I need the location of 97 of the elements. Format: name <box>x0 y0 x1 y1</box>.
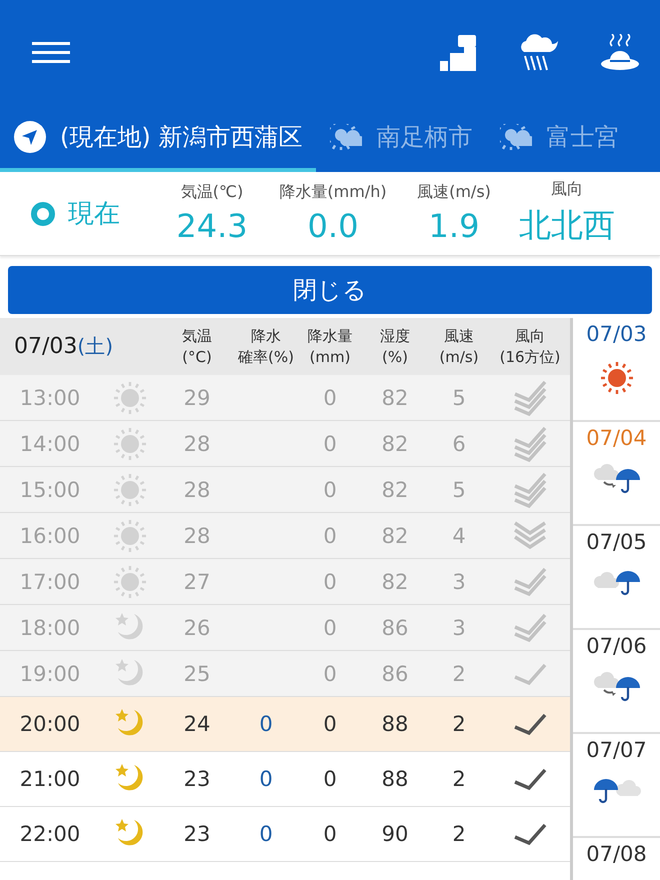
humidity-cell: 82 <box>382 570 408 594</box>
precipitation-cell: 0 <box>323 662 337 686</box>
day-item[interactable]: 07/06 <box>573 630 660 734</box>
reading-value: 0.0 <box>308 207 358 245</box>
day-item[interactable]: 07/08 <box>573 838 660 880</box>
column-header: (m/s) <box>438 346 480 368</box>
column-header: (°C) <box>181 346 213 368</box>
reading-value: 1.9 <box>428 207 480 245</box>
wind-speed-cell: 2 <box>452 712 466 736</box>
humidity-cell: 82 <box>382 386 408 410</box>
day-item[interactable]: 07/07 <box>573 734 660 838</box>
column-header: 湿度 <box>379 326 411 346</box>
day-date: 07/04 <box>586 426 647 450</box>
reading-label: 風向 <box>551 179 583 200</box>
temperature-cell: 25 <box>184 662 210 686</box>
reading-label: 風速(m/s) <box>417 182 491 203</box>
column-header: 降水量 <box>306 326 354 346</box>
precipitation-cell: 0 <box>323 712 337 736</box>
precipitation-cell: 0 <box>323 386 337 410</box>
day-item[interactable]: 07/03 <box>573 318 660 422</box>
location-tab[interactable]: (現在地) 新潟市西蒲区 <box>0 105 316 172</box>
humidity-cell: 82 <box>382 432 408 456</box>
column-header: (16方位) <box>498 346 562 368</box>
column-header: (%) <box>381 346 409 368</box>
close-button[interactable]: 閉じる <box>8 266 652 314</box>
weekday-label: (土) <box>77 333 114 360</box>
day-date: 07/06 <box>586 634 647 658</box>
reading-label: 降水量(mm/h) <box>279 182 387 203</box>
wind-speed-cell: 2 <box>452 822 466 846</box>
column-header: (mm) <box>308 346 352 368</box>
precipitation-cell: 0 <box>323 432 337 456</box>
blocks-icon[interactable] <box>440 34 476 70</box>
wind-speed-cell: 6 <box>452 432 466 456</box>
day-date: 07/08 <box>586 842 647 866</box>
day-date: 07/07 <box>586 738 647 762</box>
probability-cell: 0 <box>259 767 273 791</box>
humidity-cell: 88 <box>382 712 408 736</box>
probability-cell: 0 <box>259 822 273 846</box>
wind-speed-cell: 3 <box>452 616 466 640</box>
current-label: 現在 <box>68 198 120 231</box>
temperature-cell: 23 <box>184 767 210 791</box>
wind-speed-cell: 2 <box>452 662 466 686</box>
temperature-cell: 26 <box>184 616 210 640</box>
precipitation-cell: 0 <box>323 570 337 594</box>
humidity-cell: 82 <box>382 524 408 548</box>
temperature-cell: 27 <box>184 570 210 594</box>
time-cell: 14:00 <box>20 432 80 456</box>
wind-speed-cell: 5 <box>452 478 466 502</box>
column-header: 確率(%) <box>237 346 295 368</box>
time-cell: 15:00 <box>20 478 80 502</box>
day-date: 07/05 <box>586 530 647 554</box>
time-cell: 13:00 <box>20 386 80 410</box>
column-header: 風速 <box>443 326 475 346</box>
column-header: 風向 <box>514 326 546 346</box>
precipitation-cell: 0 <box>323 524 337 548</box>
time-cell: 21:00 <box>20 767 80 791</box>
wind-speed-cell: 5 <box>452 386 466 410</box>
temperature-cell: 29 <box>184 386 210 410</box>
wind-speed-cell: 4 <box>452 524 466 548</box>
time-cell: 17:00 <box>20 570 80 594</box>
wind-speed-cell: 3 <box>452 570 466 594</box>
time-cell: 22:00 <box>20 822 80 846</box>
time-cell: 20:00 <box>20 712 80 736</box>
temperature-cell: 28 <box>184 524 210 548</box>
time-cell: 19:00 <box>20 662 80 686</box>
temperature-cell: 28 <box>184 478 210 502</box>
humidity-cell: 82 <box>382 478 408 502</box>
reading-value: 北北西 <box>519 205 615 246</box>
menu-icon[interactable] <box>32 42 70 64</box>
wind-speed-cell: 2 <box>452 767 466 791</box>
humidity-cell: 86 <box>382 616 408 640</box>
reading-value: 24.3 <box>176 207 248 245</box>
temperature-cell: 23 <box>184 822 210 846</box>
precipitation-cell: 0 <box>323 822 337 846</box>
precipitation-cell: 0 <box>323 478 337 502</box>
humidity-cell: 90 <box>382 822 408 846</box>
humidity-cell: 86 <box>382 662 408 686</box>
date-label: 07/03 <box>14 334 78 359</box>
precipitation-cell: 0 <box>323 767 337 791</box>
rain-cloud-icon[interactable] <box>518 34 558 72</box>
precipitation-cell: 0 <box>323 616 337 640</box>
temperature-cell: 24 <box>184 712 210 736</box>
partly-cloudy-icon <box>500 124 532 150</box>
navigation-icon <box>14 120 46 152</box>
day-item[interactable]: 07/05 <box>573 526 660 630</box>
radio-icon <box>30 200 56 226</box>
humidity-cell: 88 <box>382 767 408 791</box>
reading-label: 気温(℃) <box>180 182 244 203</box>
temperature-cell: 28 <box>184 432 210 456</box>
time-cell: 16:00 <box>20 524 80 548</box>
column-header: 降水 <box>250 326 282 346</box>
day-date: 07/03 <box>586 322 647 346</box>
hat-icon[interactable] <box>600 34 640 72</box>
time-cell: 18:00 <box>20 616 80 640</box>
column-header: 気温 <box>181 326 213 346</box>
probability-cell: 0 <box>259 712 273 736</box>
partly-cloudy-icon <box>330 124 362 150</box>
